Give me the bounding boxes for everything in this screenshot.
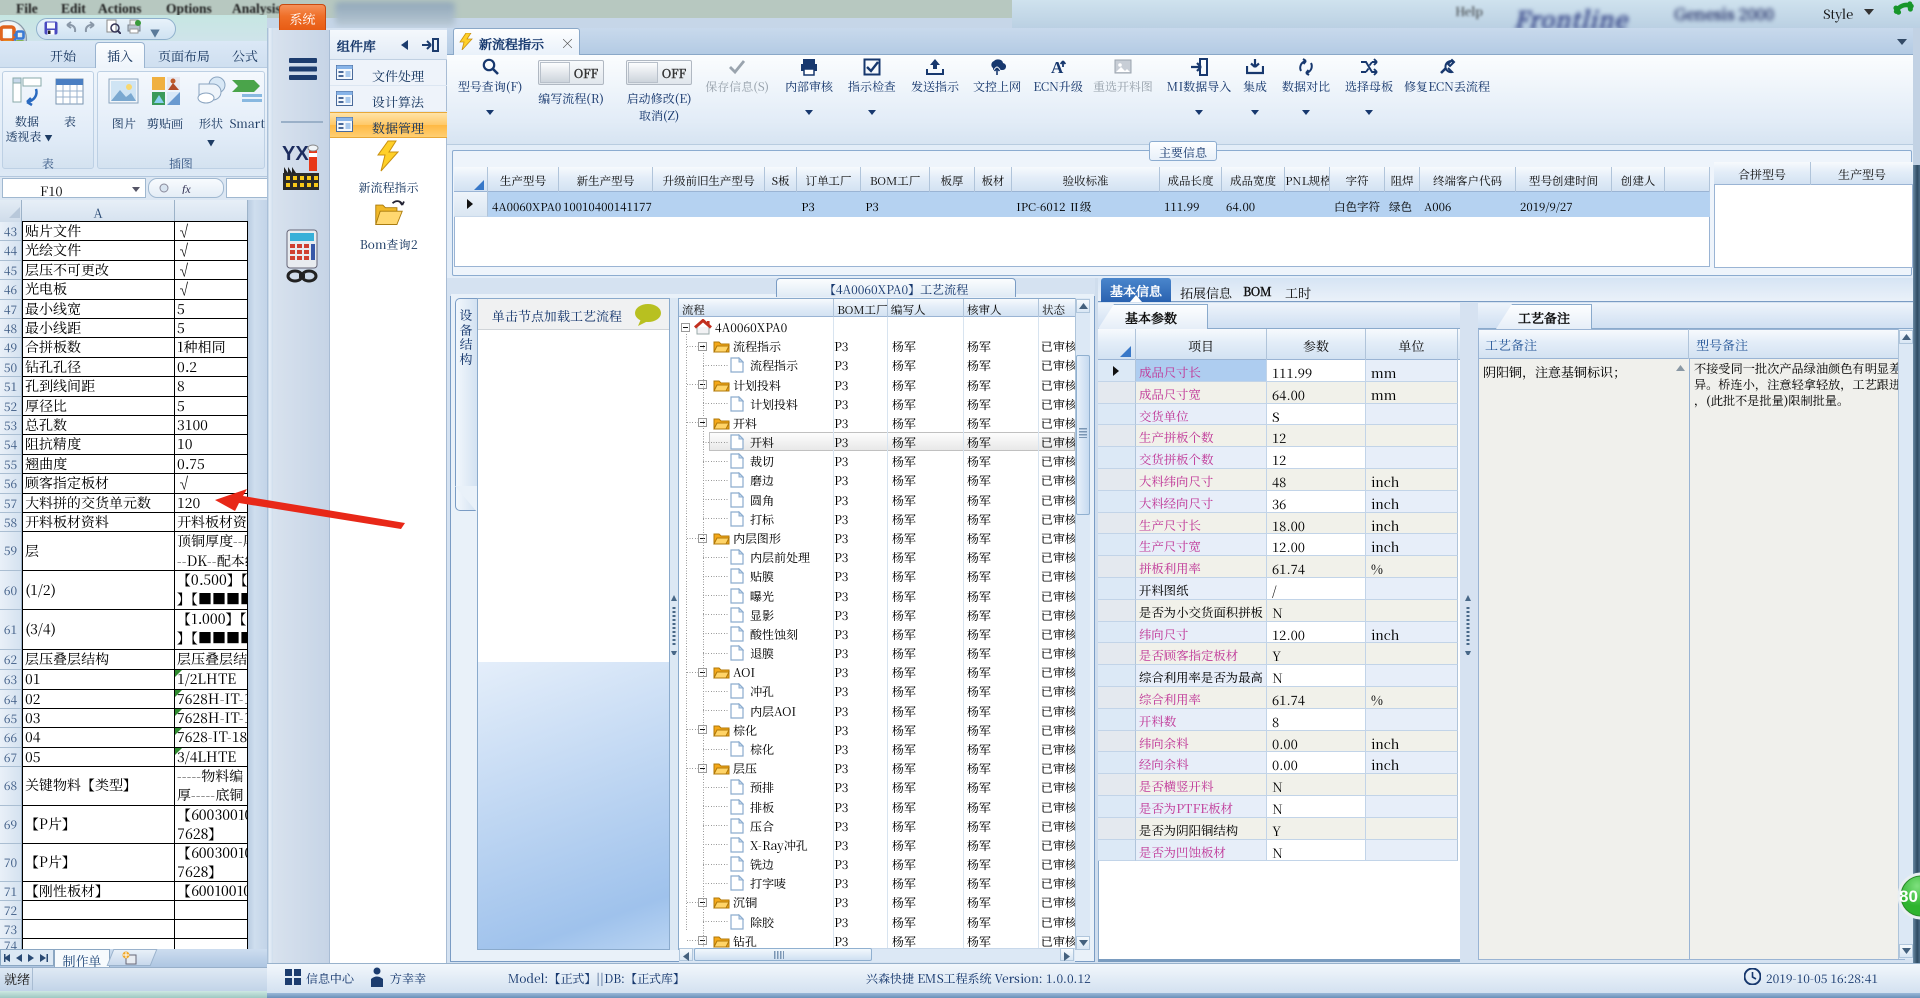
svg-text:fx: fx	[182, 182, 191, 194]
svg-text:A: A	[1051, 58, 1064, 76]
svg-text:YX: YX	[282, 143, 309, 165]
svg-text:80: 80	[1899, 887, 1918, 906]
